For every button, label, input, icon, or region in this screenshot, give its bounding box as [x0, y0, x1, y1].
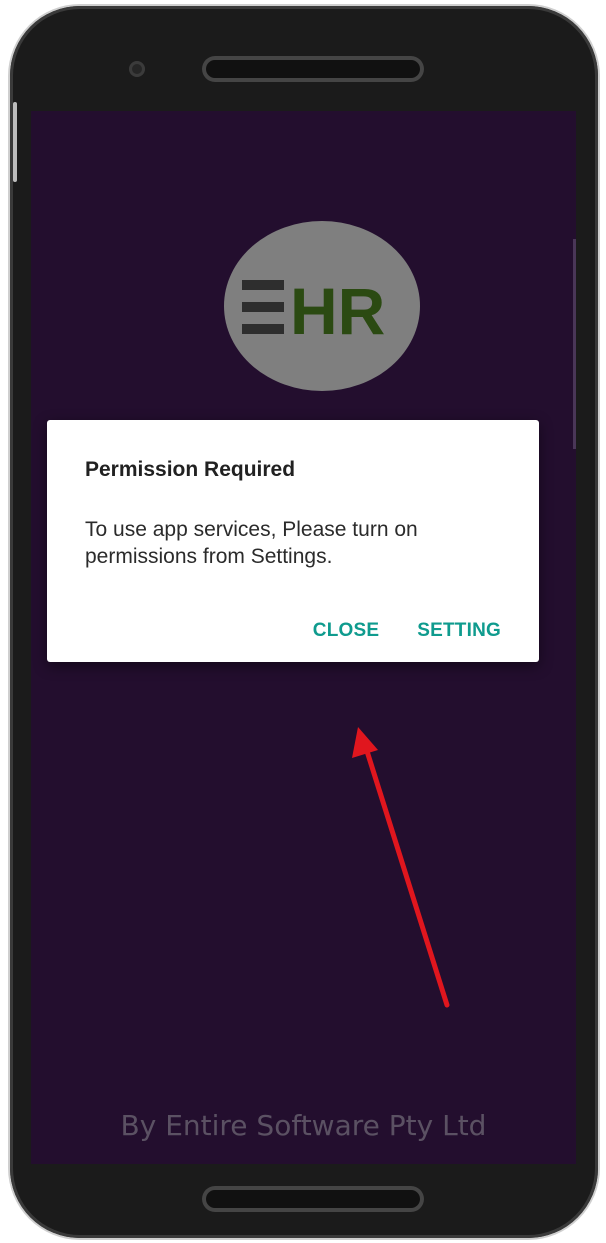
close-button[interactable]: CLOSE	[313, 620, 379, 642]
scroll-indicator	[573, 239, 576, 449]
setting-button[interactable]: SETTING	[417, 620, 501, 642]
top-speaker	[202, 56, 424, 82]
permission-dialog: Permission Required To use app services,…	[47, 420, 539, 662]
bottom-speaker	[202, 1186, 424, 1212]
dialog-actions: CLOSE SETTING	[313, 620, 501, 642]
app-logo: HR	[224, 221, 420, 391]
phone-frame: HR By Entire Software Pty Ltd Permission…	[10, 6, 598, 1238]
front-camera	[129, 61, 145, 77]
dialog-title: Permission Required	[85, 458, 296, 481]
phone-side-button	[13, 102, 17, 182]
ehr-logo-icon: HR	[242, 276, 385, 338]
logo-text: HR	[290, 276, 385, 338]
dialog-message: To use app services, Please turn on perm…	[85, 518, 418, 568]
footer-credit: By Entire Software Pty Ltd	[120, 1109, 487, 1142]
